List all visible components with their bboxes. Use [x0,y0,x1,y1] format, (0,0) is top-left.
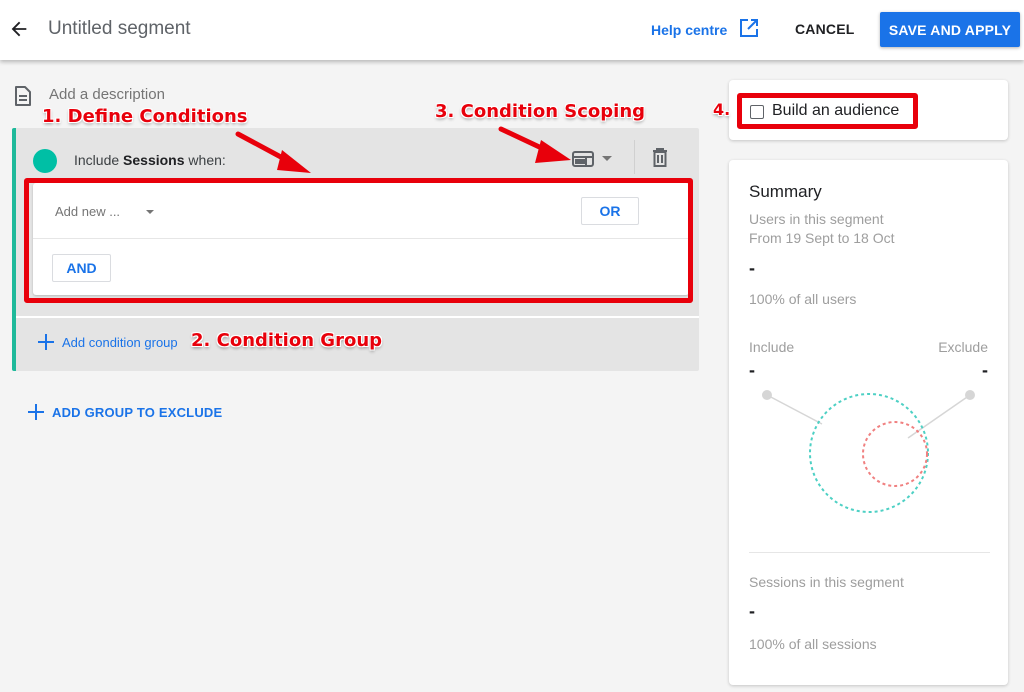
back-button[interactable] [8,18,30,40]
top-bar: Untitled segment Help centre CANCEL SAVE… [0,0,1024,60]
annotation-condition-group: 2. Condition Group [191,330,383,351]
delete-group-button[interactable] [652,148,670,168]
build-audience-checkbox[interactable] [750,105,764,119]
add-new-condition-dropdown[interactable]: Add new ... [55,204,155,219]
include-label: Include [749,339,795,355]
build-audience-label[interactable]: Build an audience [772,102,899,120]
caret-down-icon [146,209,155,214]
or-button[interactable]: OR [581,197,639,225]
help-centre-label: Help centre [651,21,728,38]
include-suffix: when: [184,152,226,168]
sessions-percentage: 100% of all sessions [749,636,877,652]
venn-diagram [762,390,975,513]
condition-scoping-dropdown[interactable] [572,148,618,170]
include-group-label: Include Sessions when: [74,152,226,168]
users-in-segment-label: Users in this segment [749,211,884,227]
audience-card: Build an audience [729,80,1008,140]
open-in-new-icon [740,19,759,37]
date-range: From 19 Sept to 18 Oct [749,230,895,246]
summary-card: Summary Users in this segment From 19 Se… [729,160,1008,685]
help-centre-link[interactable]: Help centre [651,19,759,38]
add-exclude-label: ADD GROUP TO EXCLUDE [52,404,223,420]
trash-icon [653,148,667,167]
include-prefix: Include [74,152,124,168]
exclude-circle [862,421,928,487]
scope-type-label: Sessions [123,152,185,168]
add-new-label: Add new ... [55,204,121,219]
chevron-down-icon [602,156,612,161]
and-button[interactable]: AND [52,254,111,282]
annotation-define-conditions: 1. Define Conditions [42,106,248,127]
include-leader-dot [762,390,772,400]
users-percentage: 100% of all users [749,291,857,307]
add-condition-group-button[interactable]: Add condition group [38,334,178,350]
add-condition-group-label: Add condition group [62,334,178,350]
summary-divider [749,552,990,553]
include-leader-line [766,394,823,425]
description-input[interactable]: Add a description [49,86,165,103]
sessions-value: - [749,601,755,621]
annotation-build-audience: 4. [713,100,731,119]
group-divider [16,316,699,318]
toolbar-divider [634,140,635,174]
exclude-value: - [982,360,988,380]
page-title: Untitled segment [48,18,191,39]
include-circle [809,393,929,513]
summary-title: Summary [749,182,822,201]
document-icon [14,86,32,111]
cancel-button[interactable]: CANCEL [795,21,855,37]
plus-icon [38,334,54,350]
users-value: - [749,258,755,278]
condition-card: Add new ... OR AND [33,183,689,295]
scope-view-icon [572,151,594,167]
exclude-label: Exclude [938,339,988,355]
save-and-apply-button[interactable]: SAVE AND APPLY [880,12,1020,47]
arrow-left-icon [11,21,27,37]
sessions-in-segment-label: Sessions in this segment [749,574,904,590]
exclude-leader-dot [965,390,975,400]
condition-row: Add new ... OR [33,183,689,239]
plus-icon [28,404,44,420]
add-group-to-exclude-button[interactable]: ADD GROUP TO EXCLUDE [28,404,222,420]
group-color-dot [33,149,57,173]
include-value: - [749,360,755,380]
annotation-condition-scoping: 3. Condition Scoping [435,101,646,122]
